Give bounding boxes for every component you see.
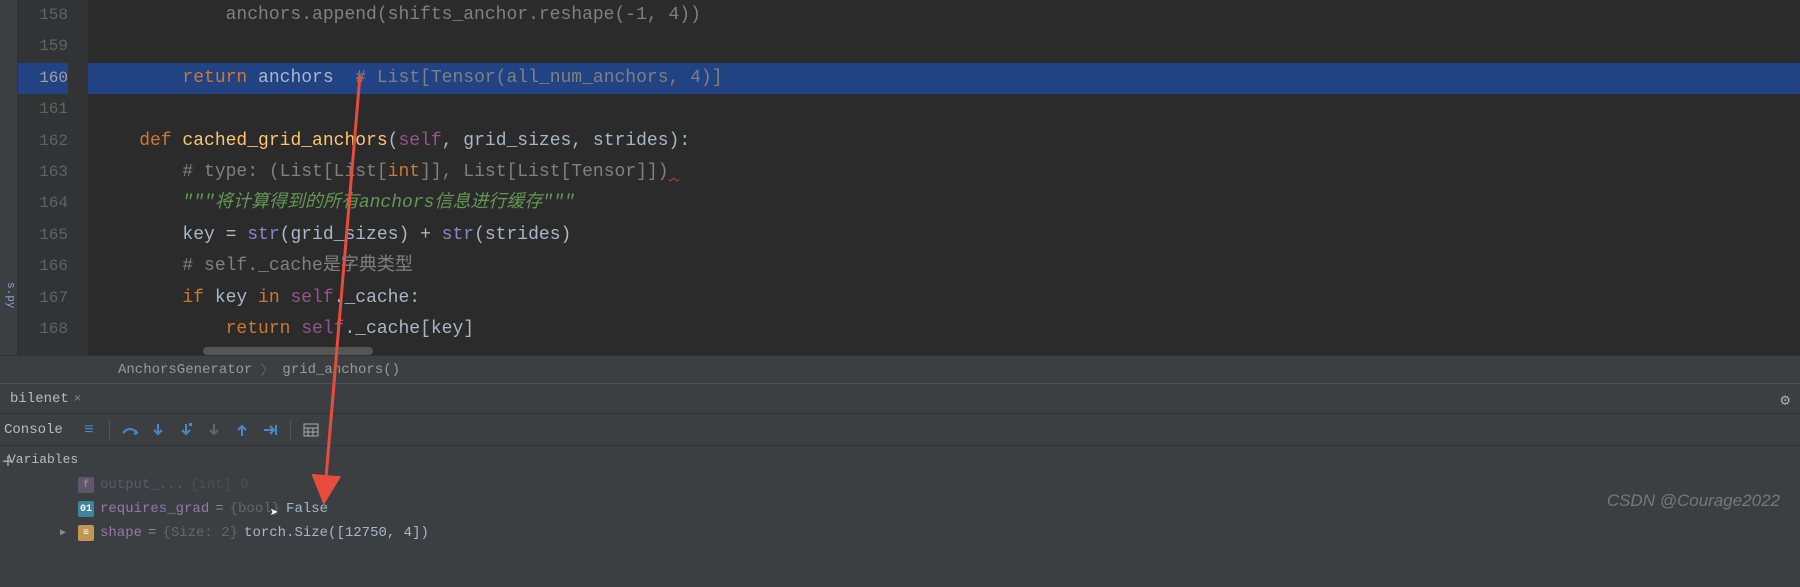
gutter-line-number[interactable]: 160 [18,63,68,94]
code-line-current[interactable]: return anchors # List[Tensor(all_num_anc… [88,63,1800,94]
menu-icon[interactable]: ≡ [77,418,101,442]
left-sidebar: s.py [0,0,18,355]
debug-tab-bar: bilenet × ⚙ [0,383,1800,413]
gutter-line-number[interactable]: 161 [18,94,68,125]
variable-type-icon: f [78,477,94,493]
debug-run-tab[interactable]: bilenet × [0,391,91,407]
code-line[interactable]: # self._cache是字典类型 [88,251,1800,282]
gutter-line-number[interactable]: 164 [18,188,68,219]
gutter-line-number[interactable]: 162 [18,126,68,157]
code-line[interactable]: anchors.append(shifts_anchor.reshape(-1,… [88,0,1800,31]
gear-icon[interactable]: ⚙ [1780,390,1790,410]
gutter-line-number[interactable]: 159 [18,31,68,62]
variables-header[interactable]: Variables [0,446,1800,473]
step-out-icon[interactable] [230,418,254,442]
step-into-icon[interactable] [146,418,170,442]
gutter: 158 159 160 161 162 163 164 165 166 167 … [18,0,88,355]
expand-icon[interactable]: ▶ [60,527,72,539]
horizontal-scrollbar[interactable] [203,347,373,355]
variable-row[interactable]: ▶ ≡ shape = {Size: 2} torch.Size([12750,… [60,521,1800,545]
code-editor[interactable]: anchors.append(shifts_anchor.reshape(-1,… [88,0,1800,355]
gutter-line-number[interactable]: 163 [18,157,68,188]
breadcrumb-item[interactable]: grid_anchors() [274,362,408,378]
code-line[interactable]: # type: (List[List[int]], List[List[Tens… [88,157,1800,188]
step-into-my-code-icon[interactable] [174,418,198,442]
code-line[interactable]: """将计算得到的所有anchors信息进行缓存""" [88,188,1800,219]
run-to-cursor-icon[interactable] [258,418,282,442]
variable-row[interactable]: 01 requires_grad = {bool} False [60,497,1800,521]
variable-type-icon: 01 [78,501,94,517]
watermark: CSDN @Courage2022 [1607,491,1780,511]
breadcrumb-separator-icon: 〉 [260,360,274,380]
breadcrumb-item[interactable]: AnchorsGenerator [110,362,260,378]
gutter-line-number[interactable]: 166 [18,251,68,282]
gutter-line-number[interactable]: 165 [18,220,68,251]
console-tab-label[interactable]: Console [4,422,63,438]
variables-panel: Variables f output_... {int} 0 01 requir… [0,445,1800,587]
gutter-line-number[interactable]: 168 [18,314,68,345]
step-over-icon[interactable] [118,418,142,442]
variable-type-icon: ≡ [78,525,94,541]
code-line[interactable]: key = str(grid_sizes) + str(strides) [88,220,1800,251]
variable-row[interactable]: f output_... {int} 0 [60,473,1800,497]
gutter-line-number[interactable]: 158 [18,0,68,31]
code-line[interactable]: if key in self._cache: [88,283,1800,314]
toolbar-separator [290,420,291,440]
evaluate-expression-icon[interactable] [299,418,323,442]
code-line[interactable] [88,31,1800,62]
gutter-line-number[interactable]: 167 [18,283,68,314]
add-watch-button[interactable]: + [2,452,14,475]
code-line[interactable]: def cached_grid_anchors(self, grid_sizes… [88,126,1800,157]
sidebar-file-label[interactable]: s.py [2,280,18,310]
code-line[interactable] [88,94,1800,125]
code-line[interactable]: return self._cache[key] [88,314,1800,345]
debug-toolbar: Console ≡ [0,413,1800,445]
breadcrumb: AnchorsGenerator 〉 grid_anchors() [0,355,1800,383]
force-step-into-icon[interactable] [202,418,226,442]
close-icon[interactable]: × [74,392,81,406]
toolbar-separator [109,420,110,440]
